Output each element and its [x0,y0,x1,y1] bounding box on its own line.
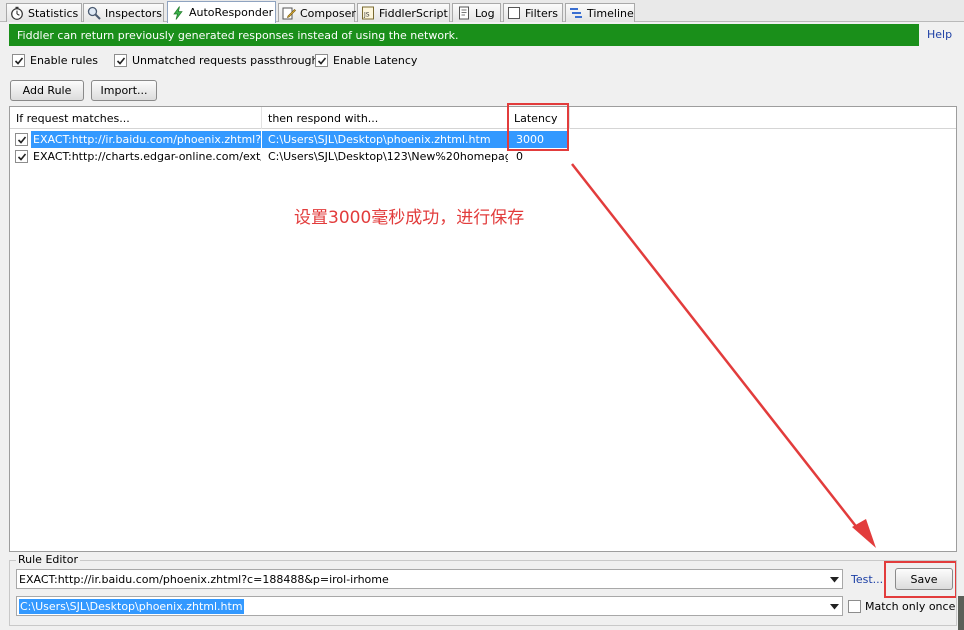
enable-latency-checkbox[interactable]: Enable Latency [315,54,417,67]
tab-label: Timeline [587,6,634,20]
tab-autoresponder[interactable]: AutoResponder [167,1,276,23]
row-match: EXACT:http://ir.baidu.com/phoenix.zhtml?… [31,131,261,148]
help-link[interactable]: Help [927,28,952,41]
tab-timeline[interactable]: Timeline [565,3,635,22]
match-only-once-label: Match only once [865,600,956,613]
tab-log[interactable]: Log [452,3,501,22]
import-button[interactable]: Import... [91,80,157,101]
row-checkbox[interactable] [15,150,28,163]
tab-statistics[interactable]: Statistics [6,3,82,22]
annotation-text: 设置3000毫秒成功，进行保存 [294,208,525,228]
table-row[interactable]: EXACT:http://charts.edgar-online.com/ext… [10,148,956,165]
tab-composer[interactable]: Composer [278,3,356,22]
pencil-icon [282,6,296,21]
tab-label: FiddlerScript [379,6,448,20]
banner-text: Fiddler can return previously generated … [17,28,459,42]
tab-label: AutoResponder [189,6,274,19]
table-row[interactable]: EXACT:http://ir.baidu.com/phoenix.zhtml?… [10,131,956,148]
column-header-match[interactable]: If request matches... [10,107,262,129]
match-combobox[interactable]: EXACT:http://ir.baidu.com/phoenix.zhtml?… [16,569,843,589]
rules-list[interactable]: If request matches... then respond with.… [9,106,957,552]
column-header-respond[interactable]: then respond with... [262,107,508,129]
checkmark-icon [12,54,25,67]
respond-combobox[interactable]: C:\Users\SJL\Desktop\phoenix.zhtml.htm [16,596,843,616]
unmatched-passthrough-checkbox[interactable]: Unmatched requests passthrough [114,54,319,67]
match-value: EXACT:http://ir.baidu.com/phoenix.zhtml?… [19,572,389,586]
info-banner: Fiddler can return previously generated … [9,24,919,46]
add-rule-button[interactable]: Add Rule [10,80,84,101]
row-respond: C:\Users\SJL\Desktop\phoenix.zhtml.htm [262,131,508,148]
tab-fiddlerscript[interactable]: JS FiddlerScript [357,3,450,22]
document-icon [456,6,471,21]
lightning-icon [171,5,185,20]
tab-inspectors[interactable]: Inspectors [83,3,164,22]
tab-label: Log [475,6,495,20]
stopwatch-icon [10,6,24,21]
enable-rules-checkbox[interactable]: Enable rules [12,54,98,67]
checkbox-icon [507,6,521,21]
script-icon: JS [361,6,375,21]
tab-label: Inspectors [105,6,163,20]
magnifier-icon [87,6,101,21]
enable-rules-label: Enable rules [30,54,99,67]
respond-value: C:\Users\SJL\Desktop\phoenix.zhtml.htm [19,598,244,614]
tab-label: Composer [300,6,356,20]
svg-text:JS: JS [363,12,370,19]
row-respond: C:\Users\SJL\Desktop\123\New%20homepage.… [268,150,508,163]
list-header: If request matches... then respond with.… [10,107,956,129]
row-checkbox[interactable] [15,133,28,146]
test-link[interactable]: Test... [851,573,883,586]
enable-latency-label: Enable Latency [333,54,418,67]
unmatched-passthrough-label: Unmatched requests passthrough [132,54,319,67]
tab-label: Statistics [28,6,79,20]
timeline-icon [569,6,583,21]
tab-filters[interactable]: Filters [503,3,563,22]
tab-bar: Statistics Inspectors AutoResponder Comp… [0,0,964,23]
resize-grip[interactable] [958,596,964,630]
chevron-down-icon[interactable] [829,574,840,585]
row-match: EXACT:http://charts.edgar-online.com/ext… [33,150,261,163]
unchecked-box-icon [848,600,861,613]
rule-editor-label: Rule Editor [16,553,80,566]
match-only-once-checkbox[interactable]: Match only once [848,600,955,613]
tab-label: Filters [525,6,558,20]
chevron-down-icon[interactable] [829,601,840,612]
checkmark-icon [114,54,127,67]
checkmark-icon [315,54,328,67]
latency-highlight-box [507,103,569,151]
save-button[interactable]: Save [895,568,953,590]
